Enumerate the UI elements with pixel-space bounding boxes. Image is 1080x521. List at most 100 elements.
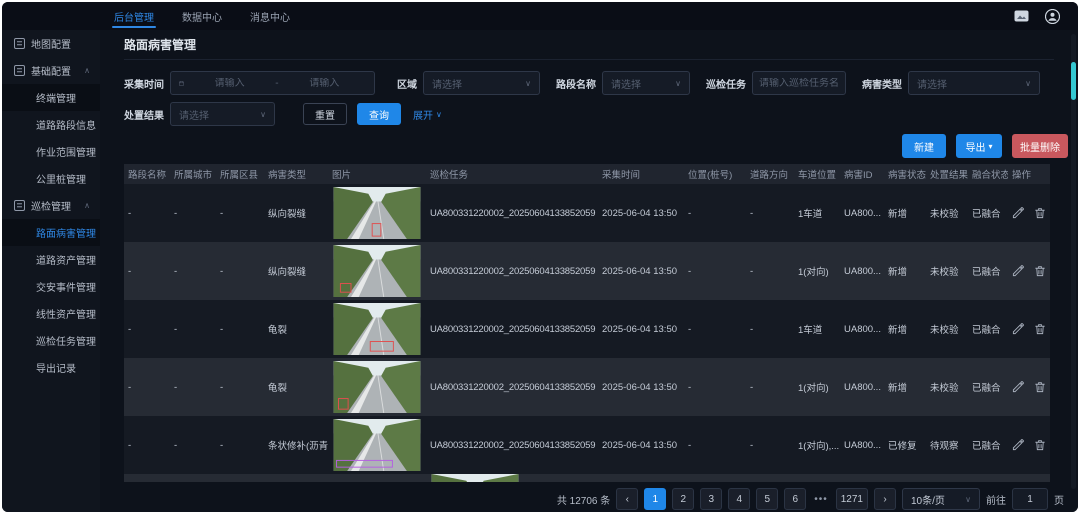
next-page-button[interactable]: ›	[874, 488, 896, 510]
sidebar-item-road-asset-management[interactable]: 道路资产管理	[2, 246, 100, 273]
reset-button[interactable]: 重置	[303, 103, 347, 125]
vertical-scrollbar[interactable]	[1071, 34, 1076, 489]
cell-county: -	[216, 324, 264, 335]
col-road-name: 路段名称	[124, 167, 170, 181]
cell-disease-status: 已修复	[884, 438, 926, 452]
col-direction: 道路方向	[746, 167, 794, 181]
cell-position: -	[684, 266, 746, 277]
data-table: 路段名称 所属城市 所属区县 病害类型 图片 巡检任务 采集时间 位置(桩号) …	[124, 164, 1050, 482]
cell-city: -	[170, 266, 216, 277]
sidebar-item-inspection-task-management[interactable]: 巡检任务管理	[2, 327, 100, 354]
table-row[interactable]: - - - 纵向裂缝 UA800331220002_20250604133852…	[124, 184, 1050, 242]
cell-result: 未校验	[926, 380, 968, 394]
sidebar: 地图配置 基础配置 ∧ 终端管理 道路路段信息 作业范围管理 公里桩管理 巡检管…	[2, 30, 100, 512]
scrollbar-thumb[interactable]	[1071, 62, 1076, 100]
cell-road-name: -	[124, 382, 170, 393]
sidebar-group-basic-config[interactable]: 基础配置 ∧	[2, 57, 100, 84]
goto-label: 前往	[986, 492, 1006, 507]
chevron-down-icon: ∨	[1025, 79, 1031, 88]
cell-disease-id: UA800...	[840, 208, 884, 219]
region-select[interactable]: 请选择 ∨	[423, 71, 540, 95]
screen-image-icon[interactable]	[1014, 10, 1029, 23]
cell-city: -	[170, 382, 216, 393]
cell-disease-id: UA800...	[840, 382, 884, 393]
page-button-last[interactable]: 1271	[836, 488, 868, 510]
edit-icon[interactable]	[1012, 207, 1024, 219]
sidebar-group-inspection-management[interactable]: 巡检管理 ∧	[2, 192, 100, 219]
page-button-4[interactable]: 4	[728, 488, 750, 510]
table-header: 路段名称 所属城市 所属区县 病害类型 图片 巡检任务 采集时间 位置(桩号) …	[124, 164, 1050, 184]
batch-delete-button[interactable]: 批量删除	[1012, 134, 1068, 158]
cell-collect-time: 2025-06-04 13:50	[598, 266, 684, 277]
prev-page-button[interactable]: ‹	[616, 488, 638, 510]
delete-icon[interactable]	[1034, 265, 1046, 277]
sidebar-item-milestone-management[interactable]: 公里桩管理	[2, 165, 100, 192]
region-label: 区域	[397, 76, 417, 91]
tab-backend-management[interactable]: 后台管理	[100, 2, 168, 30]
table-row[interactable]: - - - 龟裂 UA800331220002_2025060413385205…	[124, 300, 1050, 358]
cell-disease-id: UA800...	[840, 266, 884, 277]
sidebar-item-linear-asset-management[interactable]: 线性资产管理	[2, 300, 100, 327]
edit-icon[interactable]	[1012, 265, 1024, 277]
col-task: 巡检任务	[426, 167, 598, 181]
expand-link[interactable]: 展开 ∨	[413, 107, 442, 122]
delete-icon[interactable]	[1034, 323, 1046, 335]
disease-type-select[interactable]: 请选择 ∨	[908, 71, 1040, 95]
export-button[interactable]: 导出 ▾	[956, 134, 1002, 158]
goto-page-input[interactable]	[1012, 488, 1048, 510]
create-button[interactable]: 新建	[902, 134, 946, 158]
collect-time-range-picker[interactable]: -	[170, 71, 375, 95]
sidebar-item-export-records[interactable]: 导出记录	[2, 354, 100, 381]
cell-disease-type: 龟裂	[264, 380, 328, 394]
cell-photo[interactable]	[328, 419, 426, 471]
task-input[interactable]	[759, 78, 839, 89]
table-row[interactable]: - - - 龟裂 UA800331220002_2025060413385205…	[124, 358, 1050, 416]
cell-result: 待观察	[926, 438, 968, 452]
delete-icon[interactable]	[1034, 207, 1046, 219]
page-button-3[interactable]: 3	[700, 488, 722, 510]
cell-collect-time: 2025-06-04 13:50	[598, 324, 684, 335]
region-select-placeholder: 请选择	[432, 76, 462, 91]
chevron-up-icon: ∧	[84, 66, 90, 75]
cell-county: -	[216, 208, 264, 219]
edit-icon[interactable]	[1012, 381, 1024, 393]
cell-operations	[1008, 207, 1046, 219]
table-row[interactable]: - - - 纵向裂缝 UA800331220002_20250604133852…	[124, 242, 1050, 300]
search-button[interactable]: 查询	[357, 103, 401, 125]
cell-fusion-status: 已融合	[968, 264, 1008, 278]
delete-icon[interactable]	[1034, 381, 1046, 393]
tab-data-center[interactable]: 数据中心	[168, 2, 236, 30]
page-ellipsis[interactable]: •••	[812, 494, 830, 505]
edit-icon[interactable]	[1012, 439, 1024, 451]
edit-icon[interactable]	[1012, 323, 1024, 335]
road-name-select-placeholder: 请选择	[611, 76, 641, 91]
sidebar-item-work-scope-management[interactable]: 作业范围管理	[2, 138, 100, 165]
tab-message-center[interactable]: 消息中心	[236, 2, 304, 30]
sidebar-item-road-section-info[interactable]: 道路路段信息	[2, 111, 100, 138]
sidebar-item-map-config[interactable]: 地图配置	[2, 30, 100, 57]
sidebar-item-pavement-disease-management[interactable]: 路面病害管理	[2, 219, 100, 246]
user-avatar-icon[interactable]	[1045, 9, 1060, 24]
delete-icon[interactable]	[1034, 439, 1046, 451]
cell-disease-status: 新增	[884, 322, 926, 336]
chevron-up-icon: ∧	[84, 201, 90, 210]
cell-photo[interactable]	[328, 187, 426, 239]
page-size-select[interactable]: 10条/页 ∨	[902, 488, 980, 510]
page-button-2[interactable]: 2	[672, 488, 694, 510]
cell-photo[interactable]	[328, 361, 426, 413]
page-button-5[interactable]: 5	[756, 488, 778, 510]
cell-photo[interactable]	[328, 245, 426, 297]
result-select[interactable]: 请选择 ∨	[170, 102, 275, 126]
road-photo	[332, 303, 422, 355]
col-county: 所属区县	[216, 167, 264, 181]
cell-disease-status: 新增	[884, 206, 926, 220]
cell-photo[interactable]	[328, 303, 426, 355]
road-name-select[interactable]: 请选择 ∨	[602, 71, 690, 95]
sidebar-item-traffic-safety-event-management[interactable]: 交安事件管理	[2, 273, 100, 300]
table-row[interactable]: - - - 条状修补(沥青) UA800331220002_2025060413…	[124, 416, 1050, 474]
date-end-input[interactable]	[283, 78, 366, 89]
page-button-1[interactable]: 1	[644, 488, 666, 510]
date-start-input[interactable]	[188, 78, 271, 89]
sidebar-item-terminal-management[interactable]: 终端管理	[2, 84, 100, 111]
page-button-6[interactable]: 6	[784, 488, 806, 510]
